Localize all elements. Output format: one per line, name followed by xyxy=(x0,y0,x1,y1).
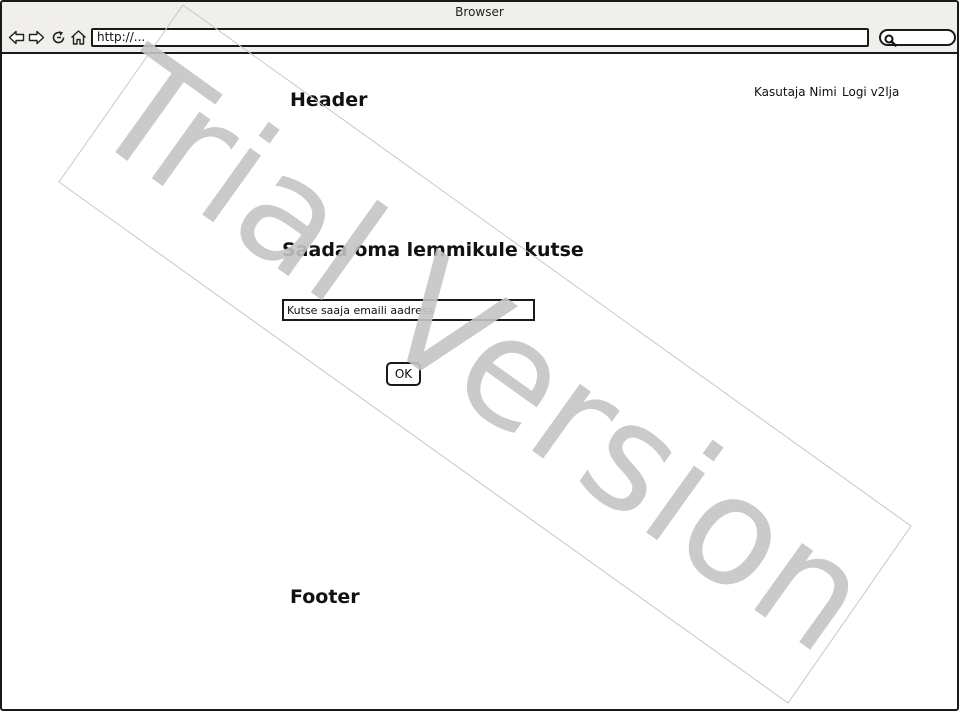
url-bar[interactable]: http://... xyxy=(91,28,869,47)
ok-button[interactable]: OK xyxy=(386,362,421,386)
browser-toolbar: http://... xyxy=(2,24,957,54)
page-content: Header Kasutaja Nimi Logi v2lja Saada om… xyxy=(2,54,957,709)
search-box[interactable] xyxy=(879,29,956,47)
email-field[interactable] xyxy=(282,299,535,321)
header-title: Header xyxy=(290,89,368,111)
search-icon xyxy=(884,32,897,47)
window-title: Browser xyxy=(455,5,504,19)
logout-link[interactable]: Logi v2lja xyxy=(842,85,899,99)
invite-title: Saada oma lemmikule kutse xyxy=(282,239,584,261)
window-titlebar: Browser xyxy=(2,2,957,25)
home-icon[interactable] xyxy=(70,29,87,46)
reload-icon[interactable] xyxy=(50,29,67,46)
arrow-right-icon[interactable] xyxy=(28,29,45,46)
arrow-left-icon[interactable] xyxy=(8,29,25,46)
footer-title: Footer xyxy=(290,586,360,608)
username-link[interactable]: Kasutaja Nimi xyxy=(754,85,837,99)
browser-window: Browser http://... Header Kasutaja Nimi … xyxy=(0,0,959,711)
url-text: http://... xyxy=(97,30,146,44)
